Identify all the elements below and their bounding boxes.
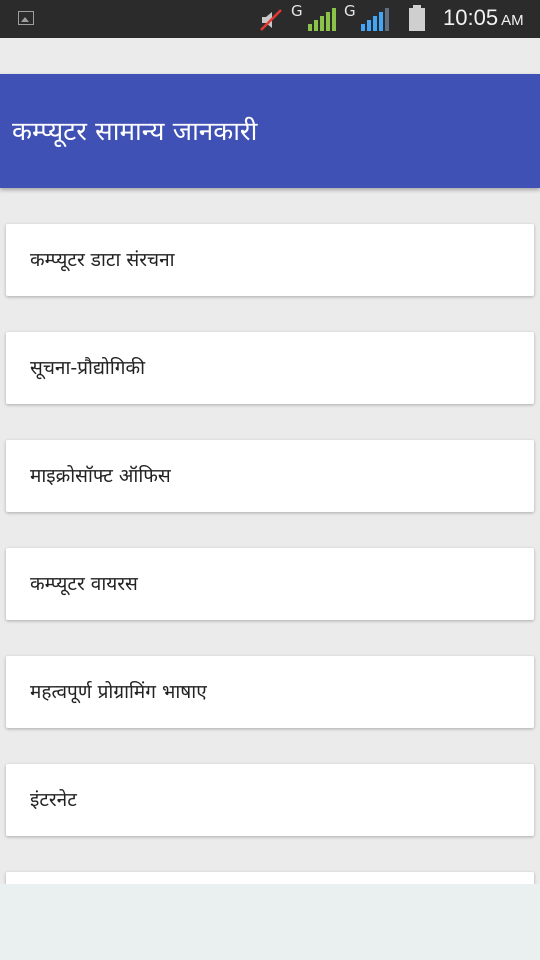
- list-item[interactable]: कम्प्यूटर वायरस: [6, 548, 534, 620]
- image-notification-icon: [18, 11, 34, 25]
- network-type-2: G: [344, 2, 356, 20]
- list-item-label: इंटरनेट: [30, 789, 77, 811]
- list-item[interactable]: कम्प्यूटर डाटा संरचना: [6, 224, 534, 296]
- status-bar: G G 10:05 AM: [0, 0, 540, 38]
- app-bar: कम्प्यूटर सामान्य जानकारी: [0, 74, 540, 188]
- page-title: कम्प्यूटर सामान्य जानकारी: [12, 117, 258, 147]
- signal-icon: [308, 8, 336, 31]
- battery-icon: [409, 5, 425, 31]
- list-item[interactable]: सूचना-प्रौद्योगिकी: [6, 332, 534, 404]
- list-item[interactable]: माइक्रोसॉफ्ट ऑफिस: [6, 440, 534, 512]
- list-item-label: सूचना-प्रौद्योगिकी: [30, 357, 145, 379]
- bottom-panel: [0, 884, 540, 960]
- list-item[interactable]: महत्वपूर्ण प्रोग्रामिंग भाषाए: [6, 656, 534, 728]
- list-item-label: माइक्रोसॉफ्ट ऑफिस: [30, 465, 171, 487]
- mute-icon: [260, 9, 282, 31]
- list-item[interactable]: इंटरनेट: [6, 764, 534, 836]
- clock: 10:05 AM: [443, 5, 524, 30]
- network-type-1: G: [291, 2, 303, 20]
- signal-icon: [361, 8, 389, 31]
- list-item-label: कम्प्यूटर वायरस: [30, 573, 138, 595]
- list-item-label: कम्प्यूटर डाटा संरचना: [30, 249, 175, 271]
- list-item-label: महत्वपूर्ण प्रोग्रामिंग भाषाए: [30, 681, 207, 703]
